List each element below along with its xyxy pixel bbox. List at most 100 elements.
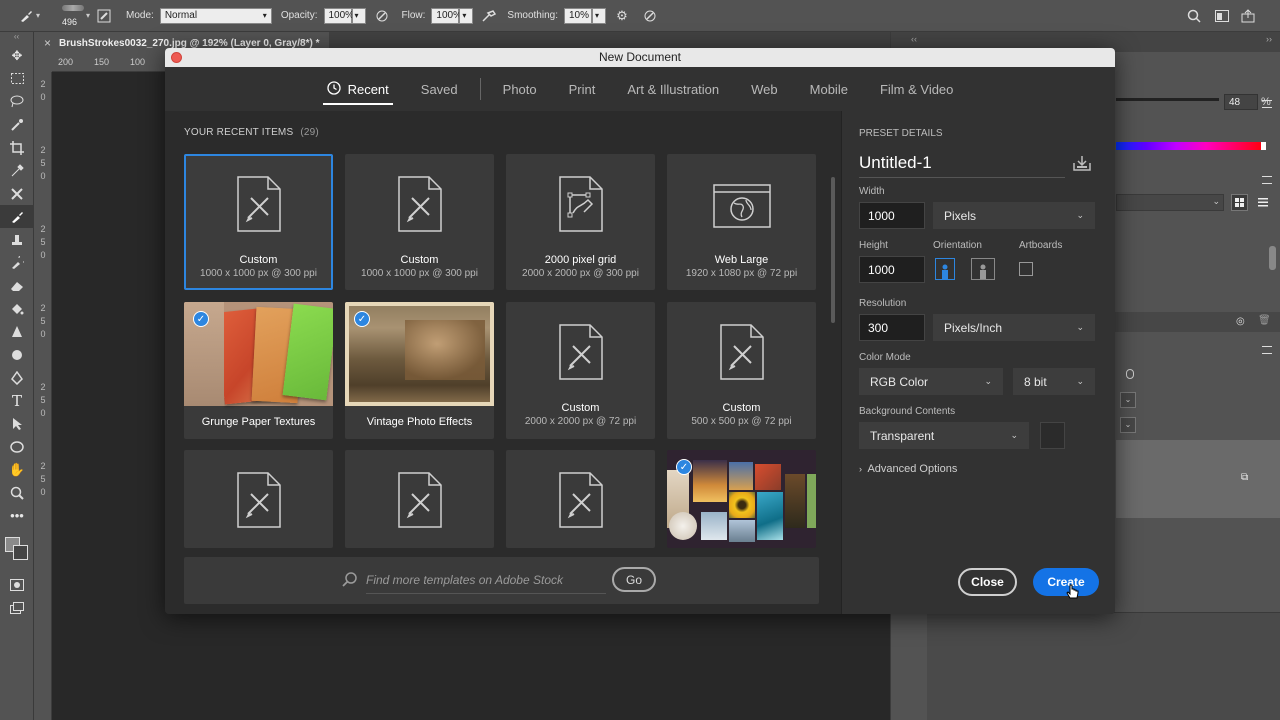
eyedropper-tool-icon[interactable]	[0, 159, 34, 182]
template-card[interactable]: ✓ Grunge Paper Textures	[184, 302, 333, 439]
resolution-unit-select[interactable]: Pixels/Inch ⌄	[933, 314, 1095, 341]
paint-bucket-tool-icon[interactable]	[0, 297, 34, 320]
lasso-tool-icon[interactable]	[0, 90, 34, 113]
blur-tool-icon[interactable]	[0, 320, 34, 343]
marquee-tool-icon[interactable]	[0, 67, 34, 90]
ellipse-tool-icon[interactable]	[0, 435, 34, 458]
grid-view-icon[interactable]	[1231, 194, 1248, 211]
stock-search-input[interactable]: Find more templates on Adobe Stock	[366, 573, 606, 594]
pressure-opacity-icon[interactable]	[374, 8, 390, 24]
save-preset-icon[interactable]	[1073, 155, 1091, 171]
flow-dropdown[interactable]: ▾	[459, 7, 474, 24]
share-icon[interactable]	[1240, 8, 1256, 24]
go-button[interactable]: Go	[612, 567, 656, 592]
airbrush-icon[interactable]	[481, 8, 497, 24]
healing-brush-tool-icon[interactable]	[0, 182, 34, 205]
landscape-orientation-button[interactable]	[971, 258, 995, 280]
recent-item-card[interactable]	[184, 450, 333, 548]
panel-scrollbar[interactable]	[1269, 246, 1276, 270]
pressure-size-icon[interactable]	[642, 8, 658, 24]
clone-stamp-tool-icon[interactable]	[0, 228, 34, 251]
brush-preset-picker[interactable]: 496 ▾	[54, 2, 94, 30]
resolution-input[interactable]: 300	[859, 314, 925, 341]
mode-select[interactable]: Normal ▾	[159, 7, 272, 24]
recent-item-card[interactable]	[506, 450, 655, 548]
template-card[interactable]: ✓	[667, 450, 816, 548]
advanced-options-toggle[interactable]: › Advanced Options	[859, 463, 957, 475]
background-color-swatch[interactable]	[1040, 422, 1065, 449]
gear-icon[interactable]: ⚙	[614, 8, 630, 24]
quick-selection-tool-icon[interactable]	[0, 113, 34, 136]
opacity-field[interactable]: 48	[1224, 94, 1258, 110]
smoothing-input[interactable]: 10%	[564, 7, 592, 24]
library-select[interactable]: ⌄	[1116, 194, 1224, 211]
opacity-input[interactable]: 100%	[323, 7, 354, 24]
pen-tool-icon[interactable]	[0, 366, 34, 389]
tab-film-video[interactable]: Film & Video	[864, 67, 969, 111]
panel-menu-icon[interactable]	[1262, 176, 1272, 184]
type-tool-icon[interactable]: T	[0, 389, 34, 412]
color-mode-select[interactable]: RGB Color ⌄	[859, 368, 1003, 395]
list-view-icon[interactable]	[1254, 194, 1271, 211]
tab-art-illustration[interactable]: Art & Illustration	[611, 67, 735, 111]
portrait-orientation-button[interactable]	[935, 258, 955, 280]
search-icon[interactable]	[1186, 8, 1202, 24]
recent-item-card[interactable]: Web Large 1920 x 1080 px @ 72 ppi	[667, 154, 816, 290]
recent-item-card[interactable]: Custom 1000 x 1000 px @ 300 ppi	[184, 154, 333, 290]
opacity-dropdown[interactable]: ▾	[351, 7, 366, 24]
width-input[interactable]: 1000	[859, 202, 925, 229]
document-name-input[interactable]: Untitled-1	[859, 153, 1065, 178]
opacity-select[interactable]: ⌄	[1120, 417, 1136, 433]
recent-item-card[interactable]: Custom 2000 x 2000 px @ 72 ppi	[506, 302, 655, 439]
workspace-icon[interactable]	[1214, 8, 1230, 24]
brightness-slider[interactable]	[1116, 98, 1219, 101]
tab-photo[interactable]: Photo	[487, 67, 553, 111]
blend-mode-select[interactable]: ⌄	[1120, 392, 1136, 408]
link-icon[interactable]: ⧉	[1241, 472, 1248, 483]
history-brush-tool-icon[interactable]	[0, 251, 34, 274]
width-unit-select[interactable]: Pixels ⌄	[933, 202, 1095, 229]
tab-recent[interactable]: Recent	[311, 67, 405, 111]
path-selection-tool-icon[interactable]	[0, 412, 34, 435]
tab-print[interactable]: Print	[553, 67, 612, 111]
template-card[interactable]: ✓ Vintage Photo Effects	[345, 302, 494, 439]
recent-item-card[interactable]: Custom 1000 x 1000 px @ 300 ppi	[345, 154, 494, 290]
brush-tool-icon[interactable]	[18, 8, 34, 24]
hue-spectrum-bar[interactable]	[1116, 142, 1266, 150]
tool-preset-chevron-icon[interactable]: ▾	[36, 11, 40, 20]
panel-toggle[interactable]	[1126, 369, 1134, 379]
background-contents-select[interactable]: Transparent ⌄	[859, 422, 1029, 449]
flow-input[interactable]: 100%	[431, 7, 462, 24]
quick-mask-icon[interactable]	[0, 573, 34, 596]
close-icon[interactable]: ×	[44, 36, 51, 50]
layer-thumbnail[interactable]	[1116, 440, 1280, 518]
zoom-tool-icon[interactable]	[0, 481, 34, 504]
recent-item-card[interactable]: 2000 pixel grid 2000 x 2000 px @ 300 ppi	[506, 154, 655, 290]
hand-tool-icon[interactable]: ✋	[0, 458, 34, 481]
panel-menu-icon[interactable]	[1262, 346, 1272, 354]
dodge-tool-icon[interactable]	[0, 343, 34, 366]
recent-item-card[interactable]	[345, 450, 494, 548]
recent-items-scrollbar[interactable]	[831, 177, 835, 323]
move-tool-icon[interactable]: ✥	[0, 44, 34, 67]
panel-collapse-icon[interactable]: ‹‹	[911, 34, 917, 44]
close-window-icon[interactable]	[171, 52, 182, 63]
close-button[interactable]: Close	[958, 568, 1017, 596]
brush-settings-icon[interactable]	[96, 8, 112, 24]
tab-web[interactable]: Web	[735, 67, 794, 111]
crop-tool-icon[interactable]	[0, 136, 34, 159]
panel-expand-icon[interactable]: ››	[1266, 34, 1272, 44]
tab-saved[interactable]: Saved	[405, 67, 474, 111]
panel-collapse-icon[interactable]: ‹‹	[0, 32, 33, 44]
brush-tool-icon[interactable]	[0, 205, 34, 228]
screen-mode-icon[interactable]	[0, 596, 34, 619]
height-input[interactable]: 1000	[859, 256, 925, 283]
recent-item-card[interactable]: Custom 500 x 500 px @ 72 ppi	[667, 302, 816, 439]
eraser-tool-icon[interactable]	[0, 274, 34, 297]
artboards-checkbox[interactable]	[1019, 262, 1033, 276]
color-swatches[interactable]	[0, 527, 33, 573]
tab-mobile[interactable]: Mobile	[794, 67, 864, 111]
bit-depth-select[interactable]: 8 bit ⌄	[1013, 368, 1095, 395]
smoothing-dropdown[interactable]: ▾	[592, 7, 606, 24]
cc-libraries-icon[interactable]: ◎	[1236, 316, 1245, 327]
